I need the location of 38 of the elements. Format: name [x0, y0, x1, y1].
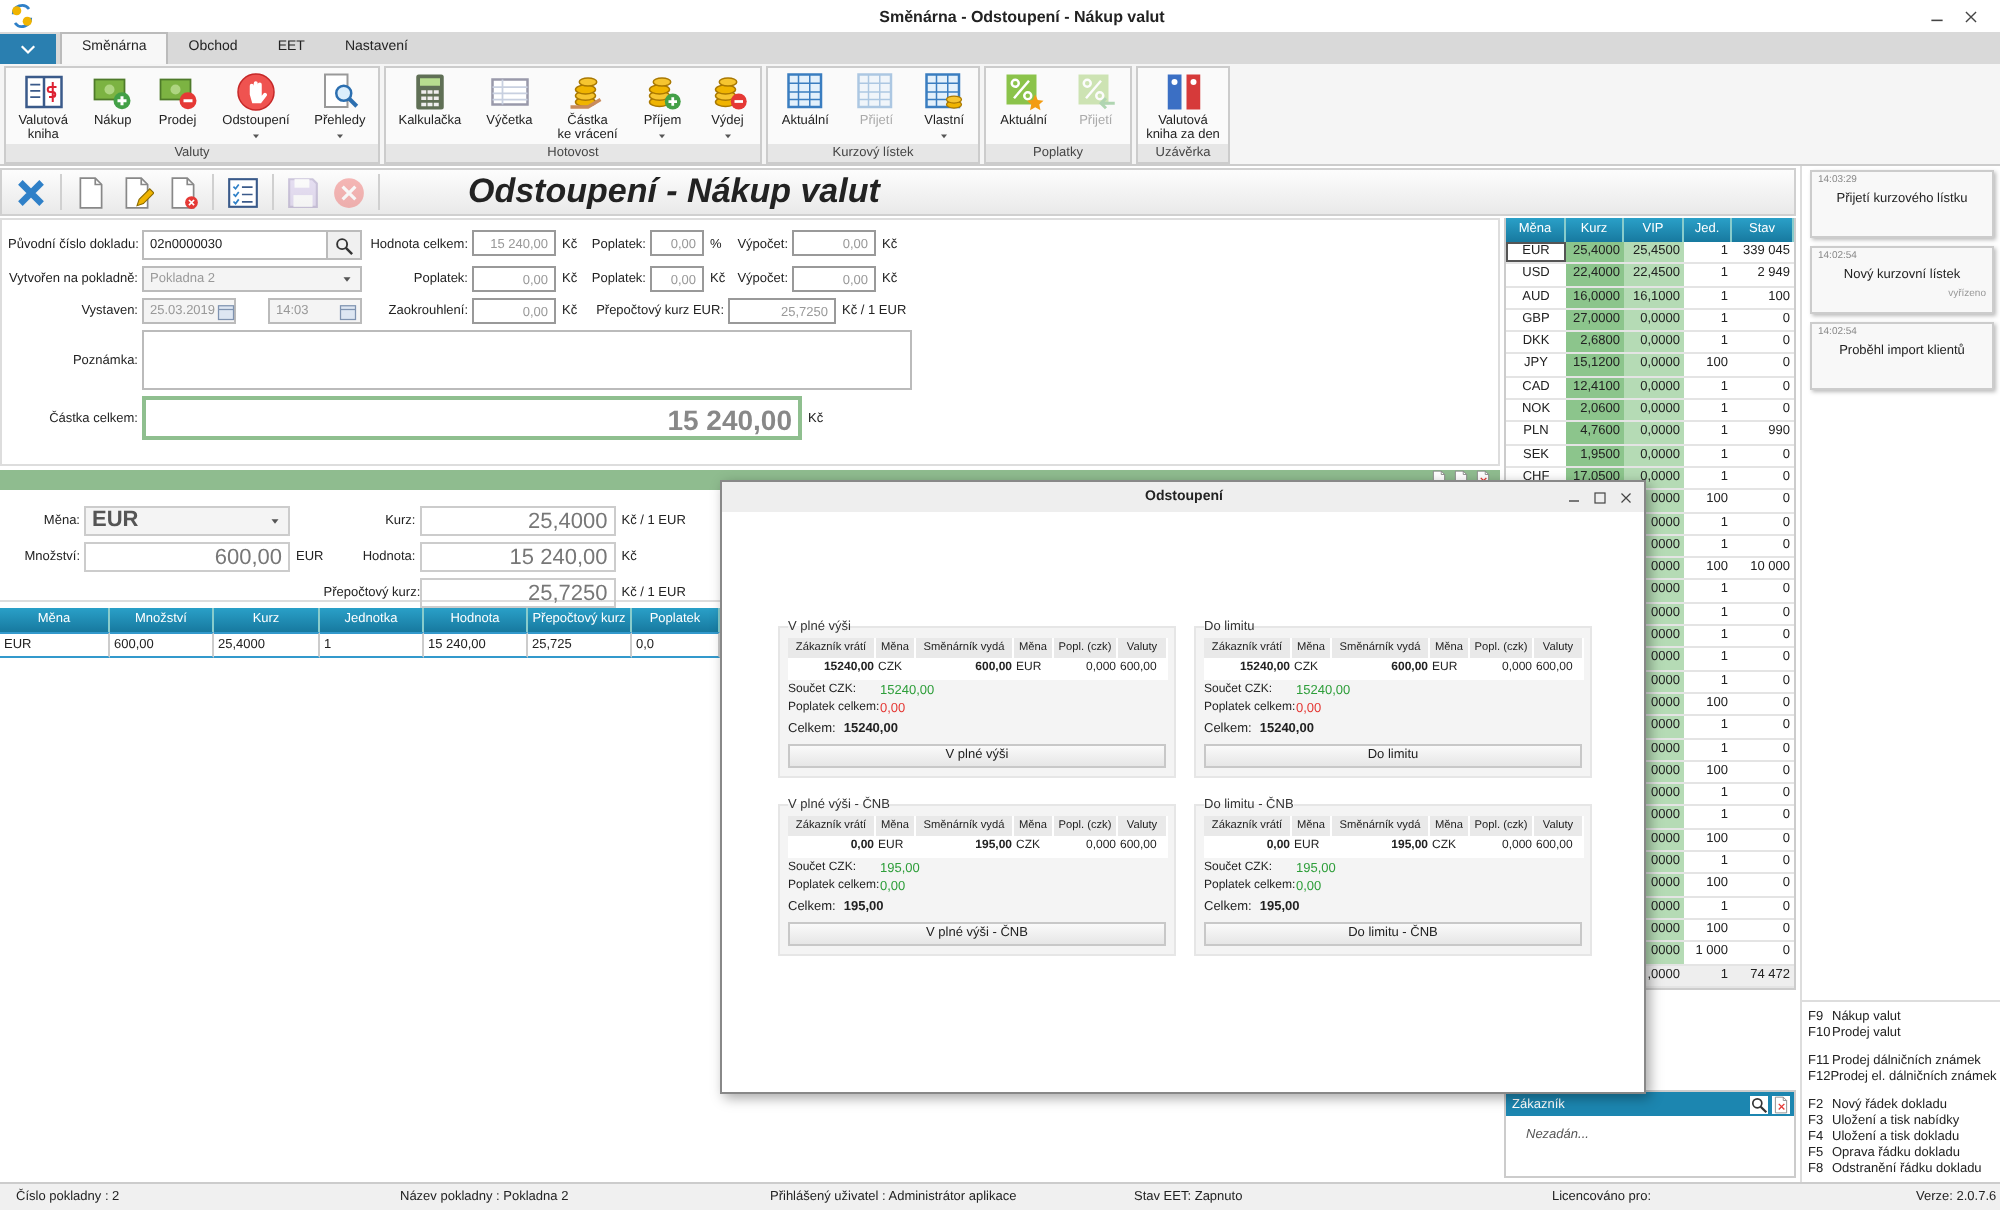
note-field[interactable] [142, 330, 912, 390]
hand-icon [235, 72, 276, 112]
field-value: EUR [92, 506, 139, 536]
percent-icon [1003, 72, 1044, 112]
search-icon [334, 235, 354, 255]
book-icon [23, 72, 64, 112]
page-title: Odstoupení - Nákup valut [468, 172, 880, 212]
close-icon[interactable] [1618, 489, 1634, 505]
table-coins-icon [924, 72, 965, 112]
close-icon[interactable] [1962, 7, 1980, 25]
chevron-icon [18, 39, 38, 59]
magnifier-icon [319, 72, 360, 112]
caret-icon [340, 272, 354, 286]
search-button[interactable] [326, 232, 360, 258]
dropdown-field[interactable]: EUR [84, 506, 290, 536]
amount-field[interactable]: 25,7250 [419, 578, 616, 608]
window-title: Směnárna - Odstoupení - Nákup valut [877, 7, 1167, 25]
amount-field[interactable]: 600,00 [84, 542, 290, 572]
app-menu-button[interactable] [0, 34, 56, 64]
calendar-icon [215, 301, 236, 321]
binders-icon [1163, 72, 1203, 112]
caret-icon [268, 514, 282, 528]
document-delete-icon[interactable] [166, 175, 200, 209]
sheet-icon [489, 72, 530, 112]
maximize-icon[interactable] [1592, 489, 1608, 505]
amount-field[interactable]: 15 240,00 [419, 542, 616, 572]
document-delete-icon[interactable] [1772, 1095, 1790, 1113]
document-pencil-icon[interactable] [120, 175, 154, 209]
currency-exchange-icon [8, 2, 36, 30]
amount-field[interactable]: 25,4000 [419, 506, 616, 536]
calendar-icon [338, 301, 358, 321]
search-icon[interactable] [1750, 1095, 1768, 1113]
percent-icon [1075, 72, 1116, 112]
table-icon [785, 72, 826, 112]
table-icon [856, 72, 897, 112]
checklist-icon[interactable] [226, 175, 260, 209]
document-icon[interactable] [74, 175, 108, 209]
amount-field[interactable]: 15 240,00 [142, 396, 802, 440]
